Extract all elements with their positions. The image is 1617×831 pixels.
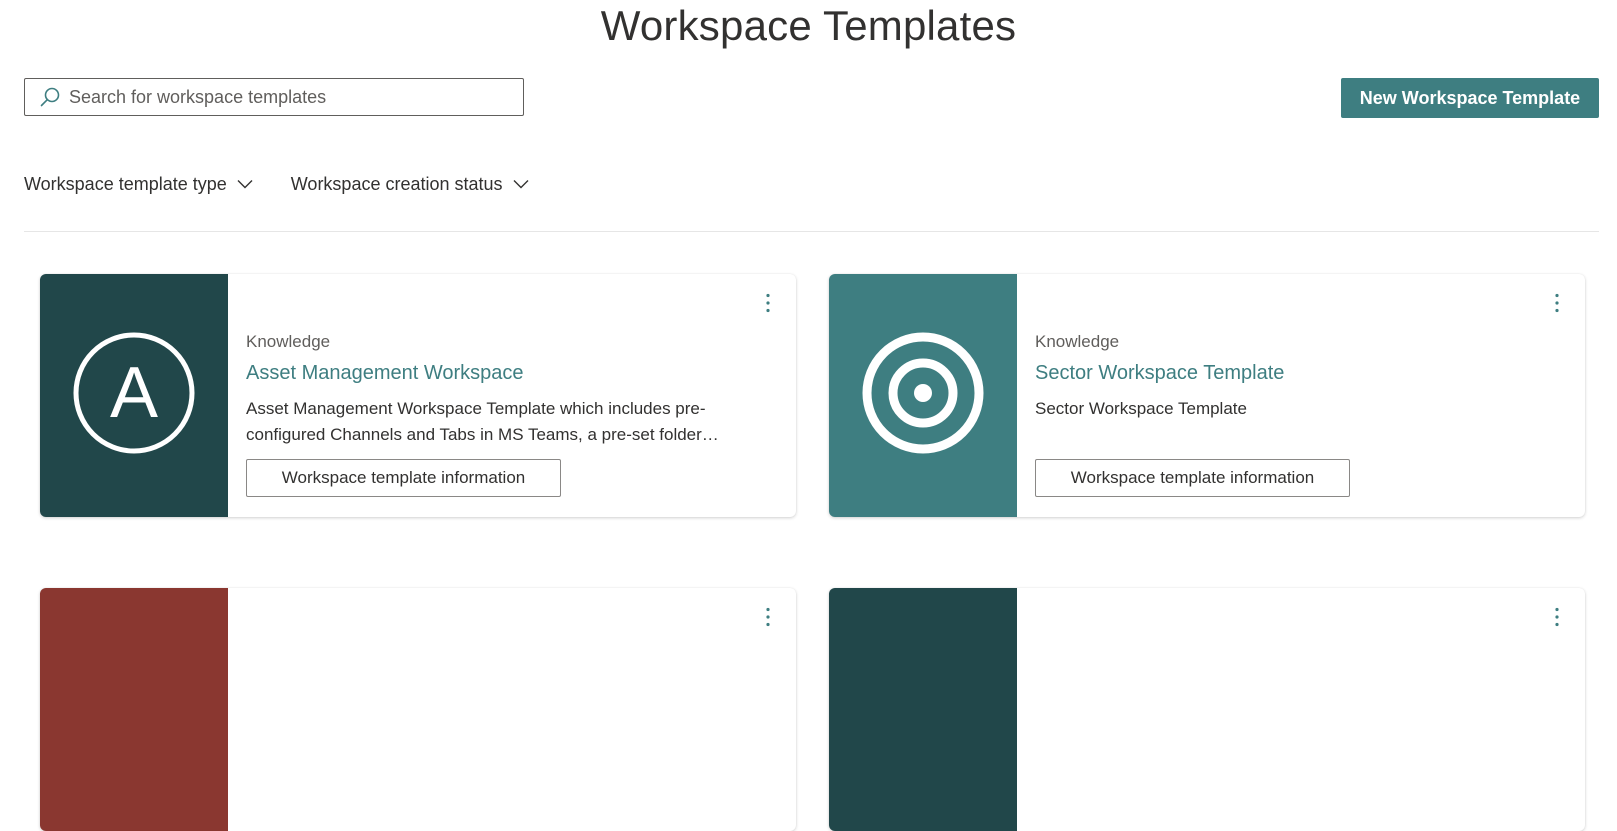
filter-template-type-label: Workspace template type [24, 173, 227, 194]
target-icon [861, 331, 985, 460]
chevron-down-icon [513, 179, 529, 189]
divider [24, 231, 1599, 232]
more-options-icon[interactable] [1549, 604, 1565, 630]
card-thumbnail [829, 588, 1017, 831]
template-information-button[interactable]: Workspace template information [246, 459, 561, 497]
search-icon [39, 86, 61, 108]
page-title: Workspace Templates [600, 2, 1017, 49]
card-description: Sector Workspace Template [1035, 399, 1247, 418]
card-title[interactable]: Asset Management Workspace [246, 362, 524, 385]
letter-a-circle-icon: A [72, 331, 196, 460]
filter-template-type[interactable]: Workspace template type [24, 174, 253, 195]
filter-creation-status[interactable]: Workspace creation status [291, 174, 529, 195]
search-box[interactable] [24, 78, 524, 116]
more-options-icon[interactable] [760, 604, 776, 630]
template-card[interactable] [829, 588, 1585, 831]
card-description: Asset Management Workspace Template whic… [246, 399, 706, 444]
svg-text:A: A [110, 353, 158, 433]
card-thumbnail [829, 274, 1017, 517]
card-title[interactable]: Sector Workspace Template [1035, 362, 1284, 385]
template-information-button[interactable]: Workspace template information [1035, 459, 1350, 497]
more-options-icon[interactable] [760, 290, 776, 316]
card-category: Knowledge [1035, 332, 1120, 351]
template-card[interactable]: A Knowledge Asset Management Workspace A… [40, 274, 796, 517]
filter-creation-status-label: Workspace creation status [290, 173, 503, 194]
card-thumbnail [40, 588, 228, 831]
filter-bar: Workspace template type Workspace creati… [24, 170, 567, 198]
template-card[interactable]: Knowledge Sector Workspace Template Sect… [829, 274, 1585, 517]
new-workspace-template-button[interactable]: New Workspace Template [1341, 78, 1599, 118]
card-category: Knowledge [246, 332, 331, 351]
search-input[interactable] [69, 79, 523, 115]
template-card[interactable] [40, 588, 796, 831]
more-options-icon[interactable] [1549, 290, 1565, 316]
card-thumbnail: A [40, 274, 228, 517]
chevron-down-icon [237, 179, 253, 189]
